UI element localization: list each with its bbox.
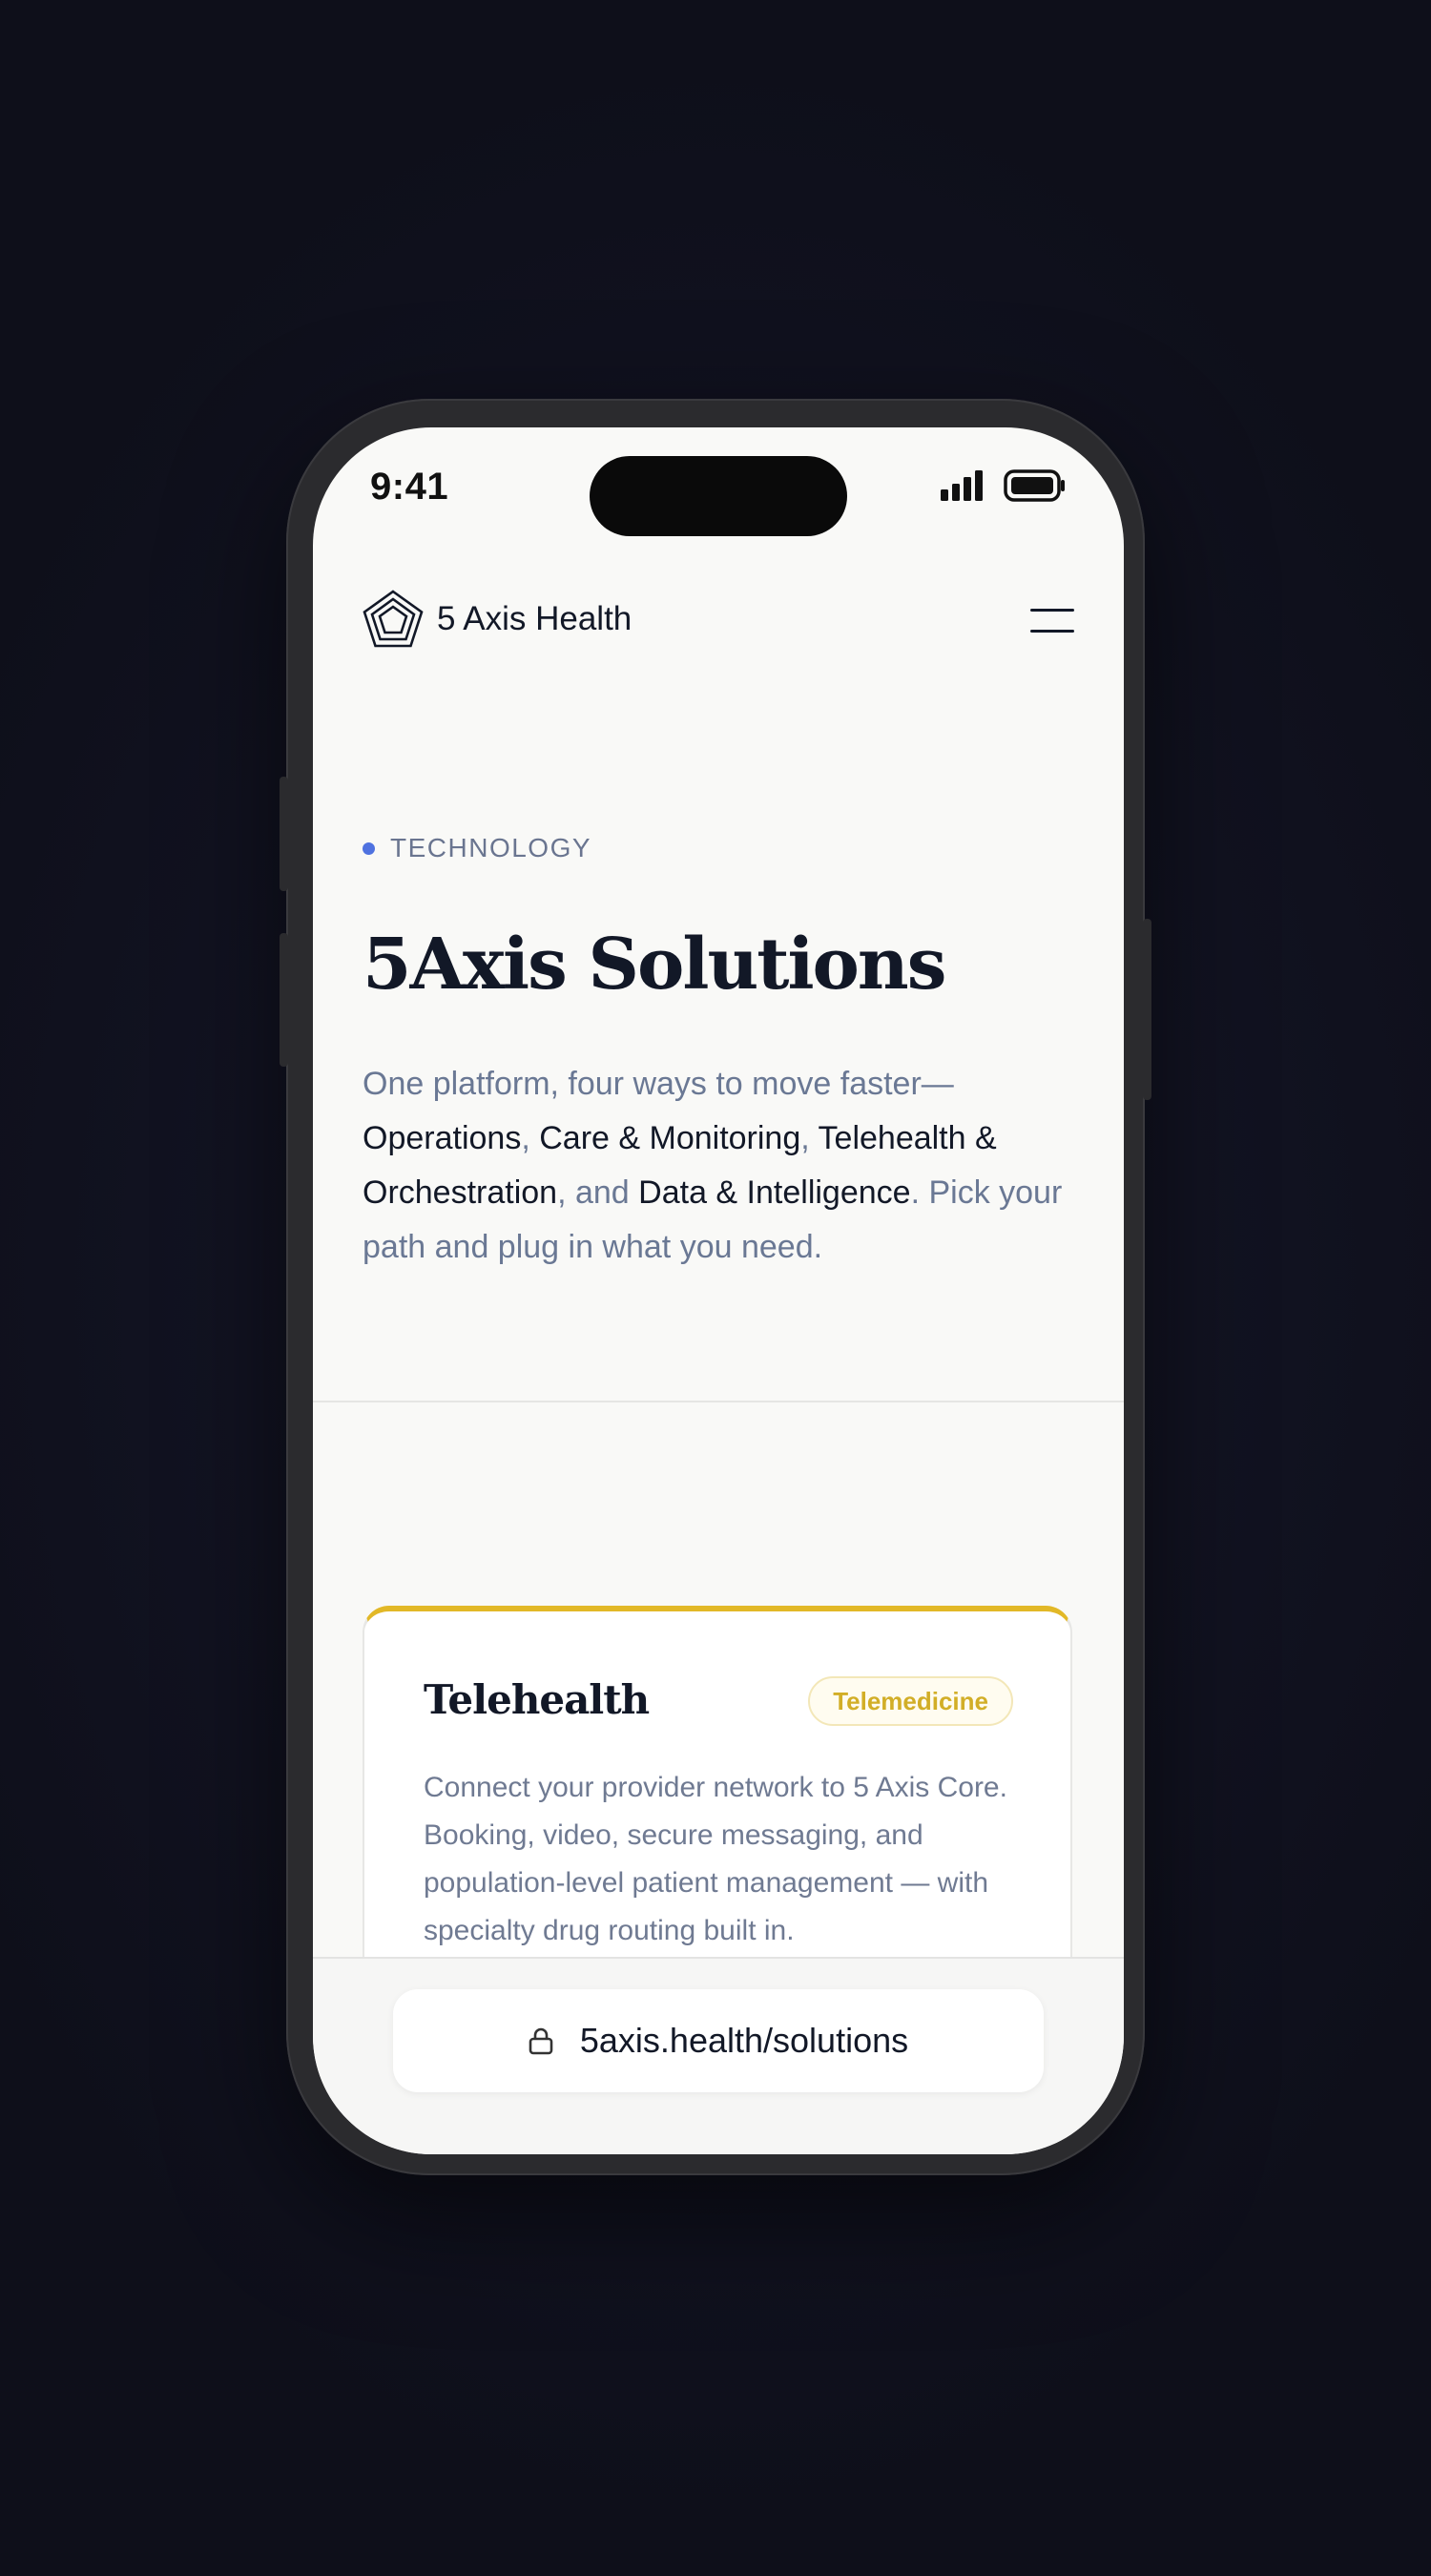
power-button	[1143, 919, 1151, 1100]
dynamic-island	[590, 456, 847, 536]
phone-screen: 9:41 5 Axis Health TECHNOLOGY 5Axis Solu…	[313, 427, 1124, 2154]
section-divider	[313, 1401, 1124, 1402]
card-title: Telehealth	[424, 1676, 650, 1723]
lock-icon	[529, 2027, 553, 2055]
url-text: 5axis.health/solutions	[579, 2021, 909, 2060]
desc-item-care-monitoring: Care & Monitoring	[539, 1120, 801, 1156]
eyebrow-dot-icon	[363, 841, 375, 855]
section-eyebrow: TECHNOLOGY	[363, 833, 591, 863]
card-badge: Telemedicine	[808, 1676, 1013, 1726]
cellular-signal-icon	[941, 470, 983, 501]
action-button	[280, 777, 288, 891]
battery-icon	[1004, 469, 1065, 502]
desc-sep: ,	[521, 1120, 540, 1156]
desc-item-operations: Operations	[363, 1120, 522, 1156]
hamburger-menu-icon[interactable]	[1030, 609, 1074, 637]
desc-sep: ,	[800, 1120, 819, 1156]
address-bar[interactable]: 5axis.health/solutions	[393, 1989, 1044, 2092]
desc-sep: , and	[557, 1174, 639, 1211]
status-icons	[941, 469, 1067, 502]
status-time: 9:41	[370, 466, 449, 508]
desc-intro: One platform, four ways to move faster—	[363, 1066, 954, 1102]
desc-item-data-intelligence: Data & Intelligence	[638, 1174, 911, 1211]
card-description: Connect your provider network to 5 Axis …	[424, 1772, 1007, 1946]
pentagon-logo-icon	[363, 590, 424, 648]
hero-description: One platform, four ways to move faster— O…	[363, 1057, 1088, 1275]
browser-bottom-bar: 5axis.health/solutions	[313, 1957, 1124, 2154]
site-logo[interactable]: 5 Axis Health	[363, 590, 632, 649]
phone-frame: 9:41 5 Axis Health TECHNOLOGY 5Axis Solu…	[280, 399, 1151, 2175]
volume-button	[280, 933, 288, 1067]
solution-card-telehealth[interactable]: Telehealth Telemedicine Connect your pro…	[363, 1606, 1072, 2006]
page-title: 5Axis Solutions	[363, 924, 946, 1006]
brand-name: 5 Axis Health	[437, 600, 633, 637]
eyebrow-label: TECHNOLOGY	[390, 833, 592, 862]
